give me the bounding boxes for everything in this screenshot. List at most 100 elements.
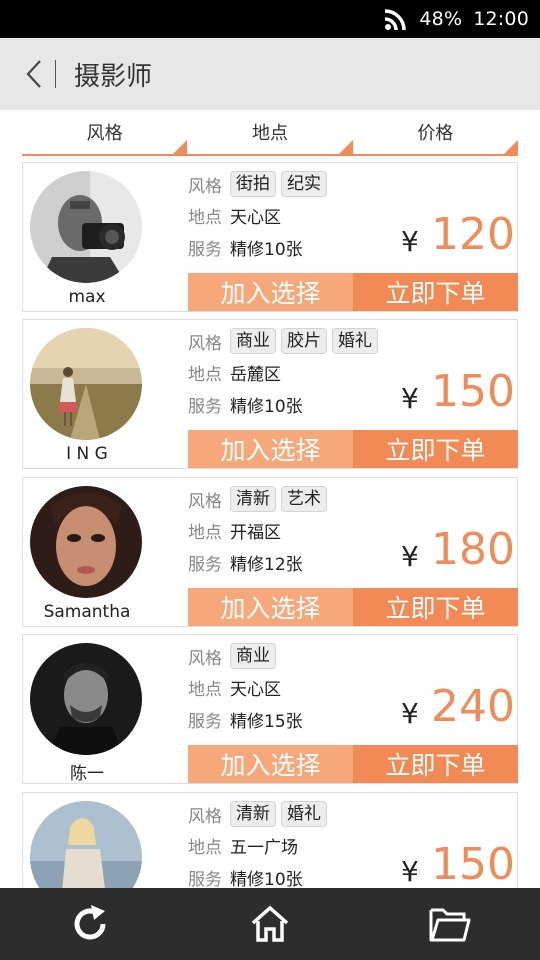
refresh-button[interactable] — [60, 894, 120, 954]
style-label: 风格 — [188, 806, 222, 827]
add-to-selection-button[interactable]: 加入选择 — [188, 430, 353, 468]
service-row: 服务 精修10张 — [188, 865, 303, 888]
photographer-name: max — [68, 287, 106, 307]
filter-price[interactable]: 价格 — [353, 110, 518, 154]
page-title: 摄影师 — [74, 61, 153, 92]
style-tag: 婚礼 — [332, 328, 378, 354]
service-value: 精修10张 — [230, 870, 303, 888]
filter-location[interactable]: 地点 — [187, 110, 353, 154]
style-label: 风格 — [188, 648, 222, 669]
avatar[interactable] — [30, 801, 142, 888]
style-label: 风格 — [188, 491, 222, 512]
add-to-selection-button[interactable]: 加入选择 — [188, 273, 353, 311]
service-label: 服务 — [188, 397, 222, 417]
order-now-button[interactable]: 立即下单 — [353, 745, 518, 783]
order-now-button[interactable]: 立即下单 — [353, 273, 518, 311]
style-tag: 艺术 — [281, 486, 327, 512]
location-value: 开福区 — [230, 523, 281, 543]
dropdown-triangle-icon — [173, 140, 188, 154]
avatar[interactable] — [30, 328, 142, 440]
style-row: 风格 街拍 纪实 — [188, 171, 332, 197]
service-row: 服务 精修15张 — [188, 707, 303, 732]
location-row: 地点 岳麓区 — [188, 360, 281, 385]
style-row: 风格 清新 艺术 — [188, 486, 332, 512]
style-label: 风格 — [188, 333, 222, 354]
style-tag: 商业 — [230, 328, 276, 354]
price: 180 — [431, 524, 515, 575]
location-row: 地点 五一广场 — [188, 833, 298, 858]
order-now-button[interactable]: 立即下单 — [353, 430, 518, 468]
add-to-selection-button[interactable]: 加入选择 — [188, 745, 353, 783]
location-value: 天心区 — [230, 680, 281, 700]
service-label: 服务 — [188, 240, 222, 260]
folder-button[interactable] — [420, 894, 480, 954]
folder-icon — [429, 908, 471, 942]
style-tag: 街拍 — [230, 171, 276, 197]
battery-text: 48% — [419, 8, 463, 30]
location-label: 地点 — [188, 208, 222, 228]
photographer-list: max 风格 街拍 纪实 地点 天心区 服务 精修10张 ¥ 120 加入选择 … — [22, 162, 518, 888]
avatar[interactable] — [30, 643, 142, 755]
photographer-card[interactable]: I N G 风格 商业 胶片 婚礼 地点 岳麓区 服务 精修10张 ¥ 150 … — [22, 319, 518, 469]
add-to-selection-button[interactable]: 加入选择 — [188, 588, 353, 626]
service-value: 精修15张 — [230, 712, 303, 732]
currency-symbol: ¥ — [401, 540, 419, 573]
style-row: 风格 商业 — [188, 643, 281, 669]
location-value: 岳麓区 — [230, 365, 281, 385]
service-value: 精修10张 — [230, 397, 303, 417]
back-button[interactable] — [13, 38, 55, 110]
dropdown-triangle-icon — [338, 140, 353, 154]
dropdown-triangle-icon — [503, 140, 518, 154]
service-value: 精修10张 — [230, 240, 303, 260]
currency-symbol: ¥ — [401, 855, 419, 888]
location-row: 地点 天心区 — [188, 675, 281, 700]
price: 240 — [431, 681, 515, 732]
service-row: 服务 精修12张 — [188, 550, 303, 575]
bottom-nav — [0, 888, 540, 960]
style-tag: 胶片 — [281, 328, 327, 354]
location-value: 五一广场 — [230, 838, 298, 858]
location-value: 天心区 — [230, 208, 281, 228]
style-row: 风格 商业 胶片 婚礼 — [188, 328, 383, 354]
filter-location-label: 地点 — [251, 123, 288, 144]
photographer-card[interactable]: max 风格 街拍 纪实 地点 天心区 服务 精修10张 ¥ 120 加入选择 … — [22, 162, 518, 312]
home-icon — [251, 905, 289, 942]
clock-text: 12:00 — [473, 8, 529, 30]
status-bar: 48% 12:00 — [0, 0, 540, 38]
filter-bar: 风格 地点 价格 — [22, 110, 518, 156]
style-row: 风格 清新 婚礼 — [188, 801, 332, 827]
filter-style[interactable]: 风格 — [22, 110, 188, 154]
home-button[interactable] — [240, 894, 300, 954]
photographer-card[interactable]: 陈一 风格 商业 地点 天心区 服务 精修15张 ¥ 240 加入选择 立即下单 — [22, 634, 518, 784]
service-label: 服务 — [188, 555, 222, 575]
location-label: 地点 — [188, 838, 222, 858]
order-now-button[interactable]: 立即下单 — [353, 588, 518, 626]
photographer-card[interactable]: 风格 清新 婚礼 地点 五一广场 服务 精修10张 ¥ 150 — [22, 792, 518, 888]
refresh-icon — [74, 905, 106, 940]
style-label: 风格 — [188, 176, 222, 197]
style-tag: 婚礼 — [281, 801, 327, 827]
style-tag: 商业 — [230, 643, 276, 669]
price: 120 — [431, 209, 515, 260]
style-tag: 清新 — [230, 801, 276, 827]
price: 150 — [431, 839, 515, 888]
signal-icon — [385, 9, 407, 31]
service-row: 服务 精修10张 — [188, 235, 303, 260]
service-value: 精修12张 — [230, 555, 303, 575]
style-tag: 清新 — [230, 486, 276, 512]
location-label: 地点 — [188, 680, 222, 700]
header-divider — [55, 60, 56, 88]
photographer-name: 陈一 — [70, 764, 104, 784]
service-row: 服务 精修10张 — [188, 392, 303, 417]
avatar[interactable] — [30, 486, 142, 598]
photographer-card[interactable]: Samantha 风格 清新 艺术 地点 开福区 服务 精修12张 ¥ 180 … — [22, 477, 518, 627]
chevron-left-icon — [26, 60, 41, 88]
location-row: 地点 开福区 — [188, 518, 281, 543]
filter-style-label: 风格 — [86, 123, 123, 144]
avatar[interactable] — [30, 171, 142, 283]
location-row: 地点 天心区 — [188, 203, 281, 228]
photographer-name: I N G — [66, 444, 108, 464]
photographer-name: Samantha — [43, 602, 131, 622]
price: 150 — [431, 366, 515, 417]
currency-symbol: ¥ — [401, 225, 419, 258]
